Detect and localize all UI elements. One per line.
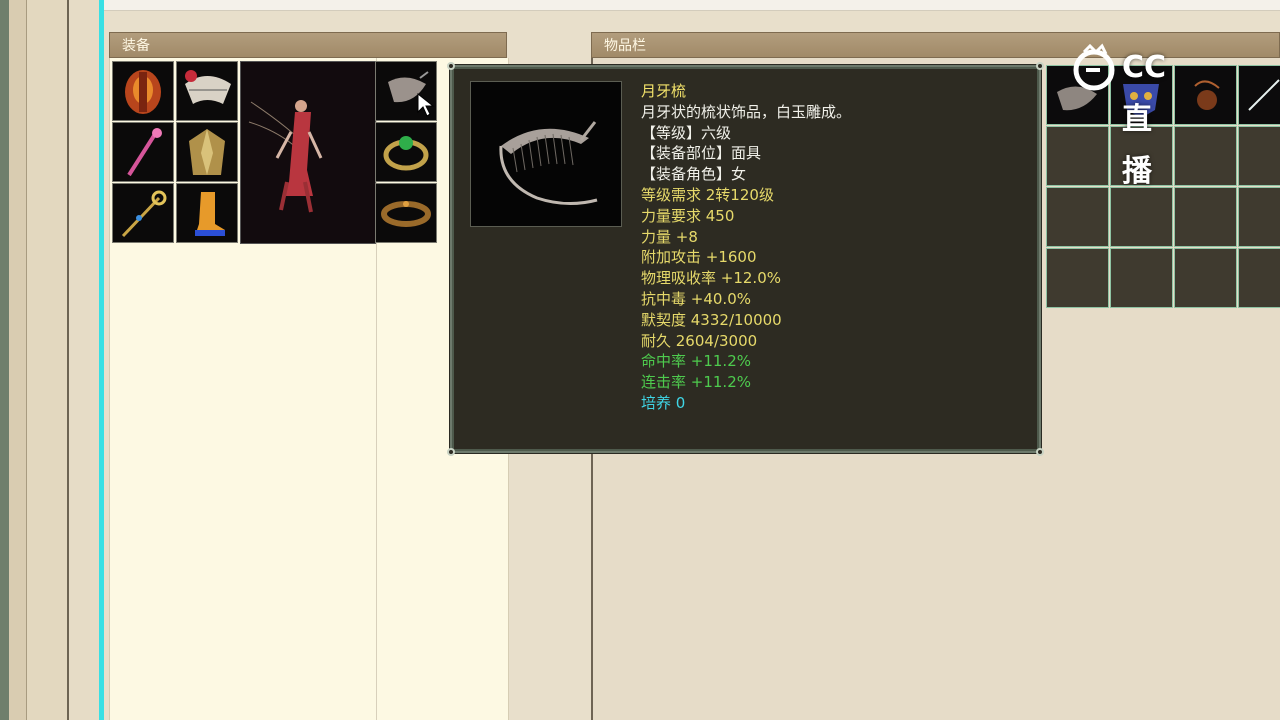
inventory-slot[interactable] xyxy=(1046,126,1109,186)
armor-icon xyxy=(125,70,161,114)
inventory-panel-title: 物品栏 xyxy=(591,32,1280,58)
tooltip-line: 力量要求 450 xyxy=(641,206,735,225)
tooltip-line: 【装备部位】面具 xyxy=(641,144,762,163)
cc-logo-icon xyxy=(1073,43,1115,91)
tooltip-line: 默契度 4332/10000 xyxy=(641,310,782,329)
tooltip-line: 【等级】六级 xyxy=(641,123,732,142)
tooltip-line: 物理吸收率 +12.0% xyxy=(641,269,781,288)
robe-icon xyxy=(189,129,225,175)
tooltip-corner xyxy=(1036,62,1044,70)
inventory-slot[interactable] xyxy=(1174,126,1237,186)
tooltip-line: 抗中毒 +40.0% xyxy=(641,289,751,308)
inventory-slot[interactable] xyxy=(1238,248,1280,308)
tooltip-line: 附加攻击 +1600 xyxy=(641,248,757,267)
mouse-cursor-icon xyxy=(417,92,435,117)
tooltip-corner xyxy=(1036,448,1044,456)
boots-icon xyxy=(195,192,225,236)
tooltip-line: 连击率 +11.2% xyxy=(641,373,751,392)
bracelet-icon xyxy=(381,201,431,227)
comb-icon xyxy=(499,121,598,205)
tooltip-line: 培养 0 xyxy=(641,393,686,412)
equip-slot-robe[interactable] xyxy=(176,122,238,182)
ring-icon xyxy=(383,136,429,171)
pouch-icon xyxy=(1194,80,1220,110)
inventory-slot[interactable] xyxy=(1110,248,1173,308)
character-portrait xyxy=(240,61,376,244)
staff-icon xyxy=(127,128,162,177)
window-edge xyxy=(0,0,9,720)
inventory-slot[interactable] xyxy=(1046,187,1109,247)
inventory-slot[interactable] xyxy=(1174,187,1237,247)
equip-slot-scepter[interactable] xyxy=(112,183,174,243)
item-tooltip: 月牙梳月牙状的梳状饰品，白玉雕成。 【等级】六级【装备部位】面具 【装备角色】女 等级… xyxy=(447,62,1044,456)
equipment-panel-title: 装备 xyxy=(109,32,507,58)
tooltip-text: 月牙梳月牙状的梳状饰品，白玉雕成。 【等级】六级【装备部位】面具 【装备角色】女 等级… xyxy=(641,81,851,414)
window-gutter xyxy=(69,0,99,720)
equip-slot-staff[interactable] xyxy=(112,122,174,182)
fan-icon xyxy=(185,70,231,104)
tooltip-item-image xyxy=(470,81,622,227)
tooltip-line: 【装备角色】女 xyxy=(641,165,747,184)
inventory-slot[interactable] xyxy=(1238,126,1280,186)
equip-slot-boots[interactable] xyxy=(176,183,238,243)
tooltip-line: 等级需求 2转120级 xyxy=(641,185,774,204)
selection-line xyxy=(99,0,104,720)
equip-slot-ring[interactable] xyxy=(375,122,437,182)
top-bar xyxy=(104,0,1280,11)
shard-icon xyxy=(1248,79,1280,111)
equip-slot-armor[interactable] xyxy=(112,61,174,121)
tooltip-line: 命中率 +11.2% xyxy=(641,352,751,371)
equip-slot-fan[interactable] xyxy=(176,61,238,121)
tooltip-line: 耐久 2604/3000 xyxy=(641,331,758,350)
equipment-panel: 装备 xyxy=(109,32,509,720)
equip-slot-bracelet[interactable] xyxy=(375,183,437,243)
window-frame xyxy=(9,0,27,720)
inventory-slot[interactable] xyxy=(1174,65,1237,125)
item-name: 月牙梳 xyxy=(641,82,687,100)
inventory-slot[interactable] xyxy=(1046,248,1109,308)
character-figure-icon xyxy=(248,100,323,213)
tooltip-corner xyxy=(447,62,455,70)
inventory-slot[interactable] xyxy=(1174,248,1237,308)
inventory-slot[interactable] xyxy=(1238,65,1280,125)
watermark-text: CC直播 xyxy=(1122,50,1167,189)
tooltip-line: 力量 +8 xyxy=(641,227,698,246)
tooltip-line: 月牙状的梳状饰品，白玉雕成。 xyxy=(641,102,852,121)
tooltip-corner xyxy=(447,448,455,456)
inventory-slot[interactable] xyxy=(1238,187,1280,247)
scepter-icon xyxy=(121,190,167,238)
window-frame-inner xyxy=(27,0,69,720)
equip-slot-comb[interactable] xyxy=(375,61,437,121)
